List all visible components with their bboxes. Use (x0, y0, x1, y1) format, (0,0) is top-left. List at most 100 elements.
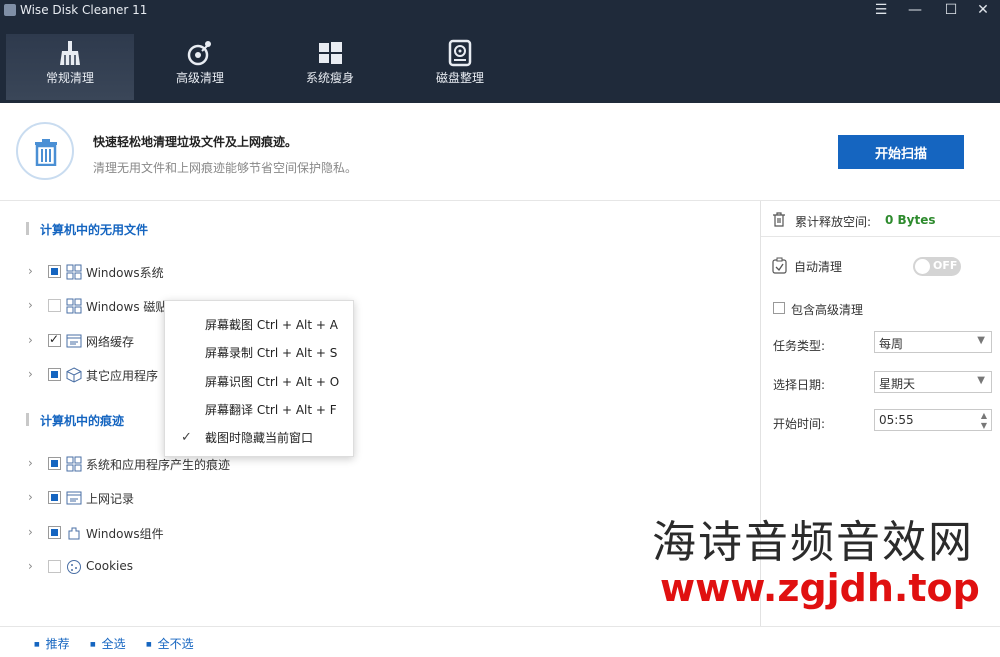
cookie-icon (67, 560, 81, 574)
check-icon: ✓ (181, 430, 192, 445)
checkbox[interactable] (48, 265, 61, 278)
freed-space-label: 累计释放空间: (795, 215, 872, 229)
list-item-label: 系统和应用程序产生的痕迹 (86, 458, 231, 472)
main-nav: 常规清理 高级清理 系统瘦身 磁盘整理 (0, 34, 520, 100)
section-bar (26, 413, 29, 426)
list-item-label: Windows系统 (86, 266, 164, 280)
banner-title: 快速轻松地清理垃圾文件及上网痕迹。 (93, 135, 298, 149)
freed-space: 累计释放空间: 0 Bytes (771, 211, 936, 230)
tab-label: 高级清理 (175, 71, 224, 85)
clean-list: 计算机中的无用文件 › Windows系统 › Windows 磁贴缓存 › 网… (0, 201, 760, 626)
trash-badge (16, 122, 74, 180)
disk-icon (448, 39, 472, 67)
include-advanced-checkbox[interactable] (773, 302, 785, 314)
list-item[interactable]: › Windows组件 (28, 523, 428, 543)
checkbox[interactable] (48, 299, 61, 312)
toggle-text: OFF (933, 259, 958, 272)
spin-down-icon[interactable]: ▼ (981, 421, 987, 430)
chevron-down-icon: ▼ (977, 375, 985, 386)
close-button[interactable]: ✕ (966, 0, 1000, 22)
checkbox[interactable] (48, 368, 61, 381)
tab-label: 常规清理 (45, 71, 94, 85)
chevron-right-icon[interactable]: › (28, 367, 33, 381)
task-type-value: 每周 (879, 337, 904, 351)
clipboard-check-icon (772, 257, 787, 274)
context-menu: 屏幕截图 Ctrl + Alt + A 屏幕录制 Ctrl + Alt + S … (164, 300, 354, 457)
chevron-right-icon[interactable]: › (28, 264, 33, 278)
windows-grid-icon (66, 264, 82, 280)
checkbox[interactable] (48, 560, 61, 573)
menu-item-recognize[interactable]: 屏幕识图 Ctrl + Alt + O (205, 373, 339, 390)
menu-item-record[interactable]: 屏幕录制 Ctrl + Alt + S (205, 344, 337, 361)
menu-item-translate[interactable]: 屏幕翻译 Ctrl + Alt + F (205, 401, 337, 418)
list-item[interactable]: › 上网记录 (28, 488, 428, 508)
auto-clean: 自动清理 (771, 257, 842, 277)
broom-icon (60, 41, 80, 65)
component-icon (68, 527, 80, 540)
banner-subtitle: 清理无用文件和上网痕迹能够节省空间保护隐私。 (93, 161, 358, 175)
section-title-text: 计算机中的痕迹 (40, 414, 125, 428)
section-title-junk: 计算机中的无用文件 (22, 221, 148, 238)
footer: 推荐 全选 全不选 (0, 626, 1000, 657)
start-scan-button[interactable]: 开始扫描 (838, 135, 964, 169)
app-logo-icon (4, 4, 16, 16)
tab-advanced-clean[interactable]: 高级清理 (136, 34, 264, 100)
checkbox[interactable] (48, 332, 61, 347)
chevron-right-icon[interactable]: › (28, 490, 33, 504)
tab-label: 磁盘整理 (435, 71, 484, 85)
chevron-right-icon[interactable]: › (28, 298, 33, 312)
date-select[interactable]: 星期天 ▼ (874, 371, 992, 393)
chevron-right-icon[interactable]: › (28, 559, 33, 573)
section-bar (26, 222, 29, 235)
list-item-label: Windows组件 (86, 527, 164, 541)
list-item[interactable]: › Windows系统 (28, 262, 428, 282)
date-label: 选择日期: (773, 378, 826, 392)
chevron-down-icon: ▼ (977, 335, 985, 346)
checkbox[interactable] (48, 491, 61, 504)
watermark-text: 海诗音频音效网 (652, 517, 974, 568)
tab-regular-clean[interactable]: 常规清理 (6, 34, 134, 100)
browser-icon (66, 491, 82, 505)
auto-clean-toggle[interactable]: OFF (913, 257, 961, 276)
recommend-link[interactable]: 推荐 (34, 635, 70, 652)
list-item-label: 上网记录 (86, 492, 135, 506)
toggle-knob (915, 259, 930, 274)
separator (761, 236, 1000, 237)
windows-grid-icon (66, 456, 82, 472)
chevron-right-icon[interactable]: › (28, 456, 33, 470)
task-type-select[interactable]: 每周 ▼ (874, 331, 992, 353)
freed-space-value: 0 Bytes (885, 213, 936, 227)
banner: 快速轻松地清理垃圾文件及上网痕迹。 清理无用文件和上网痕迹能够节省空间保护隐私。… (0, 103, 1000, 201)
watermark-url: www.zgjdh.top (660, 566, 980, 610)
checkbox[interactable] (48, 457, 61, 470)
title-bar[interactable]: Wise Disk Cleaner 11 ☰ — ☐ ✕ (0, 0, 1000, 22)
app-header: Wise Disk Cleaner 11 ☰ — ☐ ✕ 常规清理 高级清理 系… (0, 0, 1000, 103)
tab-label: 系统瘦身 (305, 71, 354, 85)
menu-item-hide-window[interactable]: 截图时隐藏当前窗口 (205, 429, 313, 446)
windows-grid-icon (66, 298, 82, 314)
maximize-button[interactable]: ☐ (934, 0, 968, 22)
chevron-right-icon[interactable]: › (28, 333, 33, 347)
task-type-label: 任务类型: (773, 339, 826, 353)
minimize-button[interactable]: — (898, 0, 932, 22)
date-value: 星期天 (879, 377, 916, 391)
list-item-label: 其它应用程序 (86, 369, 159, 383)
trash-icon (773, 212, 785, 227)
time-label: 开始时间: (773, 417, 826, 431)
tab-defrag[interactable]: 磁盘整理 (396, 34, 524, 100)
menu-item-screenshot[interactable]: 屏幕截图 Ctrl + Alt + A (205, 316, 338, 333)
trash-icon (35, 139, 57, 166)
checkbox[interactable] (48, 526, 61, 539)
select-none-link[interactable]: 全不选 (146, 635, 194, 652)
list-item[interactable]: › 系统和应用程序产生的痕迹 (28, 454, 428, 474)
time-stepper[interactable]: 05:55 ▲ ▼ (874, 409, 992, 431)
include-advanced-label: 包含高级清理 (791, 303, 864, 317)
list-item[interactable]: › Cookies (28, 557, 428, 577)
menu-icon[interactable]: ☰ (864, 0, 898, 22)
spin-up-icon[interactable]: ▲ (981, 411, 987, 420)
chevron-right-icon[interactable]: › (28, 525, 33, 539)
tab-system-slim[interactable]: 系统瘦身 (266, 34, 394, 100)
select-all-link[interactable]: 全选 (90, 635, 126, 652)
windows-icon (319, 42, 342, 64)
advanced-clean-icon (187, 41, 211, 66)
